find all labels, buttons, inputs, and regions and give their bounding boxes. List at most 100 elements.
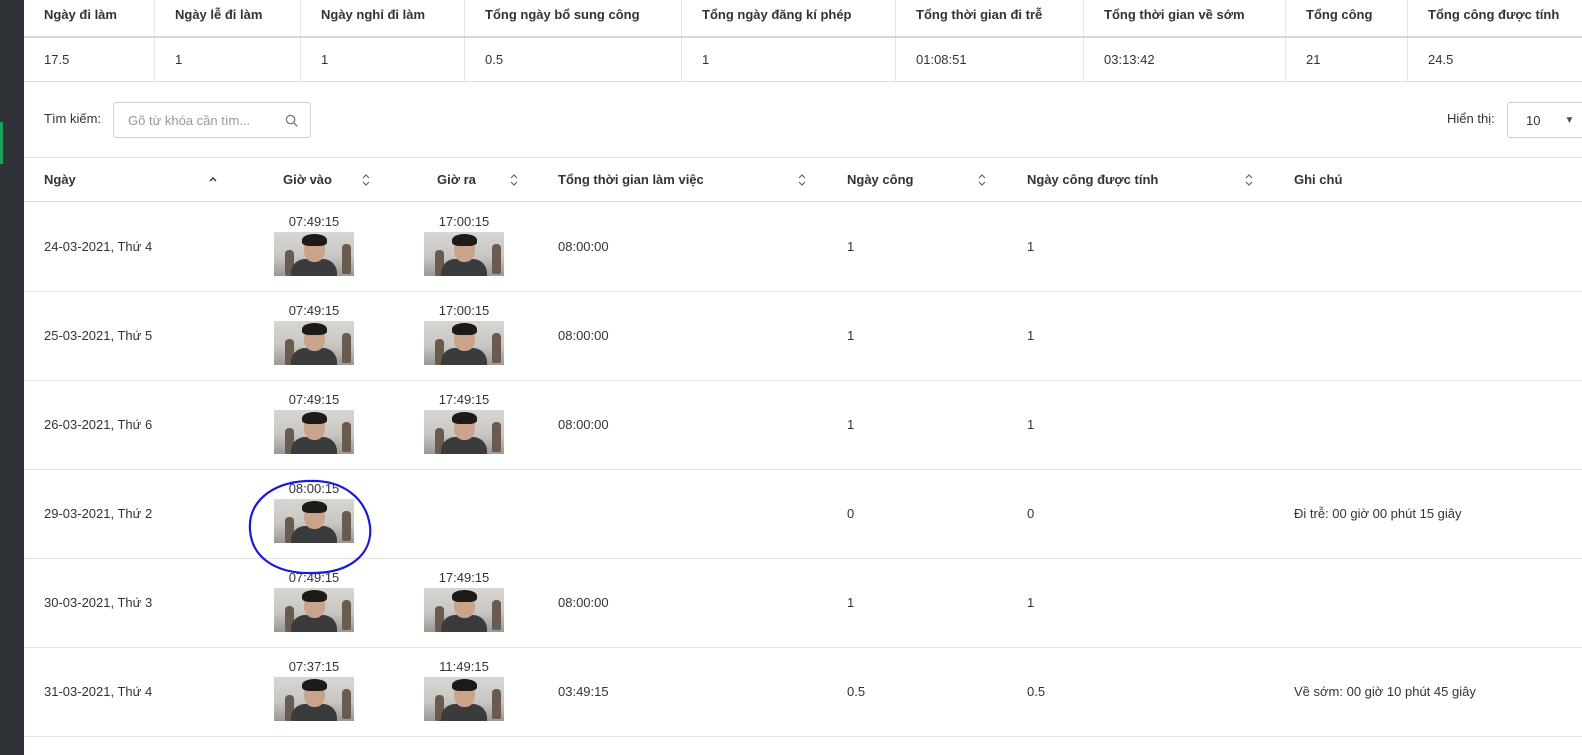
checkin-photo[interactable] <box>274 588 354 632</box>
summary-value: 17.5 <box>24 38 155 81</box>
column-header-total-time[interactable]: Tổng thời gian làm việc <box>558 172 704 187</box>
summary-value: 1 <box>682 38 896 81</box>
checkin-photo[interactable] <box>274 232 354 276</box>
column-header-workday[interactable]: Ngày công <box>847 172 913 187</box>
summary-header: Tổng thời gian về sớm <box>1084 0 1286 36</box>
checkin-photo[interactable] <box>274 499 354 543</box>
search-icon[interactable] <box>285 114 298 127</box>
sort-icon[interactable] <box>361 171 371 189</box>
time-out-cell: 11:49:15 <box>424 659 504 721</box>
summary-header: Tổng công <box>1286 0 1408 36</box>
background-person <box>342 422 351 452</box>
person-hair <box>302 679 327 691</box>
row-date: 31-03-2021, Thứ 4 <box>44 684 153 699</box>
time-out-value: 17:00:15 <box>438 214 490 229</box>
row-date: 24-03-2021, Thứ 4 <box>44 239 153 254</box>
search-label: Tìm kiếm: <box>44 111 102 126</box>
background-person <box>492 244 501 274</box>
summary-value: 1 <box>155 38 301 81</box>
row-total-time: 08:00:00 <box>558 328 609 343</box>
table-row: 25-03-2021, Thứ 5 07:49:15 17:00:15 08:00:0… <box>24 292 1582 381</box>
row-workday: 1 <box>847 328 855 343</box>
time-out-value: 17:49:15 <box>438 392 490 407</box>
page-size-value: 10 <box>1526 112 1541 128</box>
sort-ascending-icon[interactable] <box>208 171 218 189</box>
background-person <box>342 244 351 274</box>
search-input[interactable] <box>114 103 274 137</box>
checkin-photo[interactable] <box>424 321 504 365</box>
time-in-value: 07:49:15 <box>288 392 340 407</box>
time-in-value: 08:00:15 <box>288 481 340 496</box>
column-header-time-out[interactable]: Giờ ra <box>437 172 476 187</box>
row-total-time: 08:00:00 <box>558 239 609 254</box>
checkin-photo[interactable] <box>274 321 354 365</box>
page-size-label: Hiển thị: <box>1447 111 1495 126</box>
time-in-cell: 07:37:15 <box>274 659 354 721</box>
page-size-select[interactable]: 10 ▼ <box>1507 102 1582 138</box>
search-box[interactable] <box>113 102 311 138</box>
column-header-counted-workday[interactable]: Ngày công được tính <box>1027 172 1158 187</box>
time-out-value: 17:49:15 <box>438 570 490 585</box>
summary-header: Tổng ngày đăng kí phép <box>682 0 896 36</box>
time-out-value: 11:49:15 <box>439 659 489 674</box>
checkin-photo[interactable] <box>274 677 354 721</box>
person-hair <box>302 412 327 424</box>
background-person <box>342 511 351 541</box>
table-row: 31-03-2021, Thứ 4 07:37:15 11:49:15 03:49:1… <box>24 648 1582 737</box>
summary-header: Ngày nghỉ đi làm <box>301 0 465 36</box>
chevron-down-icon[interactable]: ▼ <box>1564 115 1574 126</box>
row-date: 25-03-2021, Thứ 5 <box>44 328 153 343</box>
checkin-photo[interactable] <box>424 232 504 276</box>
person-hair <box>452 323 477 335</box>
sort-icon[interactable] <box>509 171 519 189</box>
checkin-photo[interactable] <box>274 410 354 454</box>
row-note: Đi trễ: 00 giờ 00 phút 15 giây <box>1294 506 1462 521</box>
row-workday: 0 <box>847 506 855 521</box>
summary-value: 0.5 <box>465 38 682 81</box>
row-date: 29-03-2021, Thứ 2 <box>44 506 153 521</box>
time-in-value: 07:49:15 <box>288 214 340 229</box>
row-date: 26-03-2021, Thứ 6 <box>44 417 153 432</box>
time-in-cell: 07:49:15 <box>274 392 354 454</box>
sort-icon[interactable] <box>1244 171 1254 189</box>
time-out-cell: 17:00:15 <box>424 214 504 276</box>
checkin-photo[interactable] <box>424 677 504 721</box>
row-total-time: 08:00:00 <box>558 595 609 610</box>
summary-header: Tổng thời gian đi trễ <box>896 0 1084 36</box>
background-person <box>492 600 501 630</box>
checkin-photo[interactable] <box>424 410 504 454</box>
summary-header: Tổng công được tính <box>1428 7 1560 22</box>
time-in-cell: 07:49:15 <box>274 303 354 365</box>
row-counted-workday: 0 <box>1027 506 1035 521</box>
summary-value-row: 17.5 1 1 0.5 1 01:08:51 03:13:42 21 24.5 <box>24 38 1582 82</box>
summary-value: 24.5 <box>1428 52 1454 67</box>
sort-icon[interactable] <box>797 171 807 189</box>
time-in-value: 07:37:15 <box>288 659 340 674</box>
table-toolbar: Tìm kiếm: Hiển thị: 10 ▼ <box>24 82 1582 158</box>
table-header: Ngày Giờ vào Giờ ra Tổng thời gian làm v… <box>24 158 1582 202</box>
background-person <box>492 333 501 363</box>
table-row: 24-03-2021, Thứ 4 07:49:15 17:00:15 08:00:0… <box>24 203 1582 292</box>
background-person <box>492 422 501 452</box>
checkin-photo[interactable] <box>424 588 504 632</box>
sidebar-active-indicator <box>0 122 3 164</box>
column-header-note[interactable]: Ghi chú <box>1294 172 1342 187</box>
table-row: 30-03-2021, Thứ 3 07:49:15 17:49:15 08:00:0… <box>24 559 1582 648</box>
summary-value: 01:08:51 <box>896 38 1084 81</box>
row-workday: 1 <box>847 417 855 432</box>
background-person <box>342 333 351 363</box>
column-header-time-in[interactable]: Giờ vào <box>283 172 332 187</box>
time-in-cell: 08:00:15 <box>274 481 354 543</box>
time-out-value: 17:00:15 <box>438 303 490 318</box>
row-counted-workday: 1 <box>1027 328 1035 343</box>
sort-icon[interactable] <box>977 171 987 189</box>
timesheet-page: Ngày đi làm Ngày lễ đi làm Ngày nghỉ đi … <box>24 0 1582 755</box>
person-hair <box>302 323 327 335</box>
summary-value: 1 <box>301 38 465 81</box>
row-counted-workday: 1 <box>1027 595 1035 610</box>
row-total-time: 03:49:15 <box>558 684 609 699</box>
background-person <box>342 600 351 630</box>
person-hair <box>452 412 477 424</box>
column-header-date[interactable]: Ngày <box>44 172 76 187</box>
row-workday: 1 <box>847 239 855 254</box>
